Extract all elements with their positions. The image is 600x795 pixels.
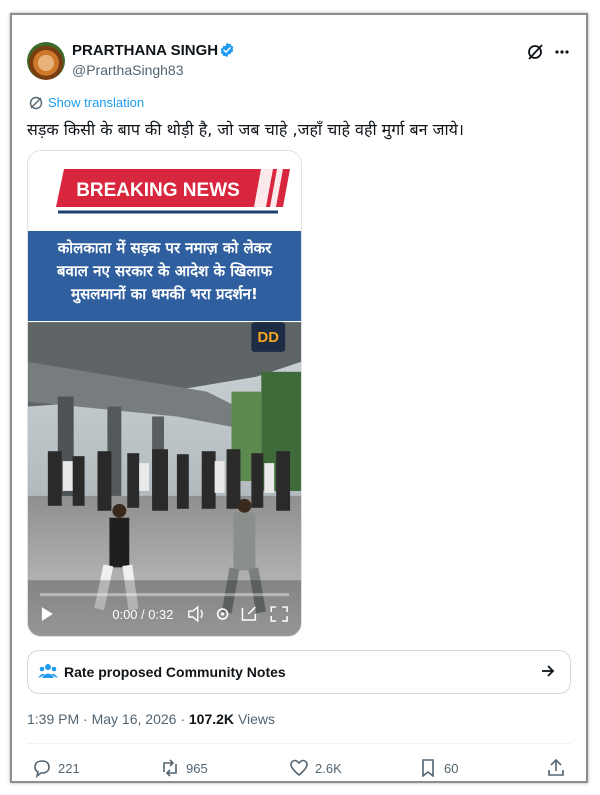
heart-icon <box>290 759 308 777</box>
tweet-text: सड़क किसी के बाप की थोड़ी है, जो जब चाहे… <box>27 120 464 139</box>
reply-icon <box>34 760 50 778</box>
show-translation-label: Show translation <box>48 95 145 110</box>
arrow-right-icon <box>542 665 555 677</box>
reply-count: 221 <box>58 760 80 776</box>
tweet-date[interactable]: May 16, 2026 <box>92 711 177 727</box>
video-player[interactable]: BREAKING NEWS कोलकाता में सड़क पर नमाज़ … <box>27 150 302 637</box>
progress-track[interactable] <box>39 593 290 597</box>
tweet-meta: 1:39 PM · May 16, 2026 · 107.2K Views <box>27 711 276 727</box>
tweet-top-actions <box>528 44 569 60</box>
like-button[interactable]: 2.6K <box>289 758 342 778</box>
author-name[interactable]: PRARTHANA SINGH <box>72 42 218 59</box>
divider <box>27 743 571 744</box>
community-notes-icon <box>38 664 58 678</box>
show-translation-link[interactable]: Show translation <box>29 95 144 110</box>
share-icon <box>548 758 564 776</box>
views-label: Views <box>237 711 276 727</box>
translate-icon <box>29 96 43 109</box>
headline-box: कोलकाता में सड़क पर नमाज़ को लेकर बवाल न… <box>28 231 301 321</box>
channel-logo: DD <box>251 322 286 352</box>
share-button[interactable] <box>546 758 566 778</box>
repost-icon <box>163 759 177 777</box>
tweet-time[interactable]: 1:39 PM <box>27 711 79 727</box>
views-count: 107.2K <box>188 711 235 727</box>
video-frame: DD 0:00 / 0:32 <box>28 322 301 636</box>
grok-icon[interactable] <box>528 44 543 60</box>
channel-logo-text: DD <box>257 330 279 346</box>
more-options-icon[interactable] <box>555 50 569 54</box>
repost-count: 965 <box>186 760 208 776</box>
headline-line-1: कोलकाता में सड़क पर नमाज़ को लेकर <box>57 239 272 257</box>
banner-text: BREAKING NEWS <box>76 180 240 201</box>
community-notes-label: Rate proposed Community Notes <box>64 664 286 680</box>
avatar[interactable] <box>27 42 65 80</box>
headline-line-3: मुसलमानों का धमकी भरा प्रदर्शन! <box>71 285 258 303</box>
bookmark-icon <box>422 759 434 778</box>
player-time: 0:00 / 0:32 <box>112 607 173 622</box>
bookmark-button[interactable]: 60 <box>418 758 458 778</box>
repost-button[interactable]: 965 <box>160 758 208 778</box>
like-count: 2.6K <box>315 760 342 776</box>
verified-badge-icon <box>220 42 234 58</box>
bookmark-count: 60 <box>444 760 459 776</box>
author-handle[interactable]: @PrarthaSingh83 <box>72 62 184 78</box>
breaking-news-banner: BREAKING NEWS <box>28 151 301 231</box>
reply-button[interactable]: 221 <box>32 758 80 778</box>
headline-line-2: बवाल नए सरकार के आदेश के खिलाफ <box>56 262 273 280</box>
